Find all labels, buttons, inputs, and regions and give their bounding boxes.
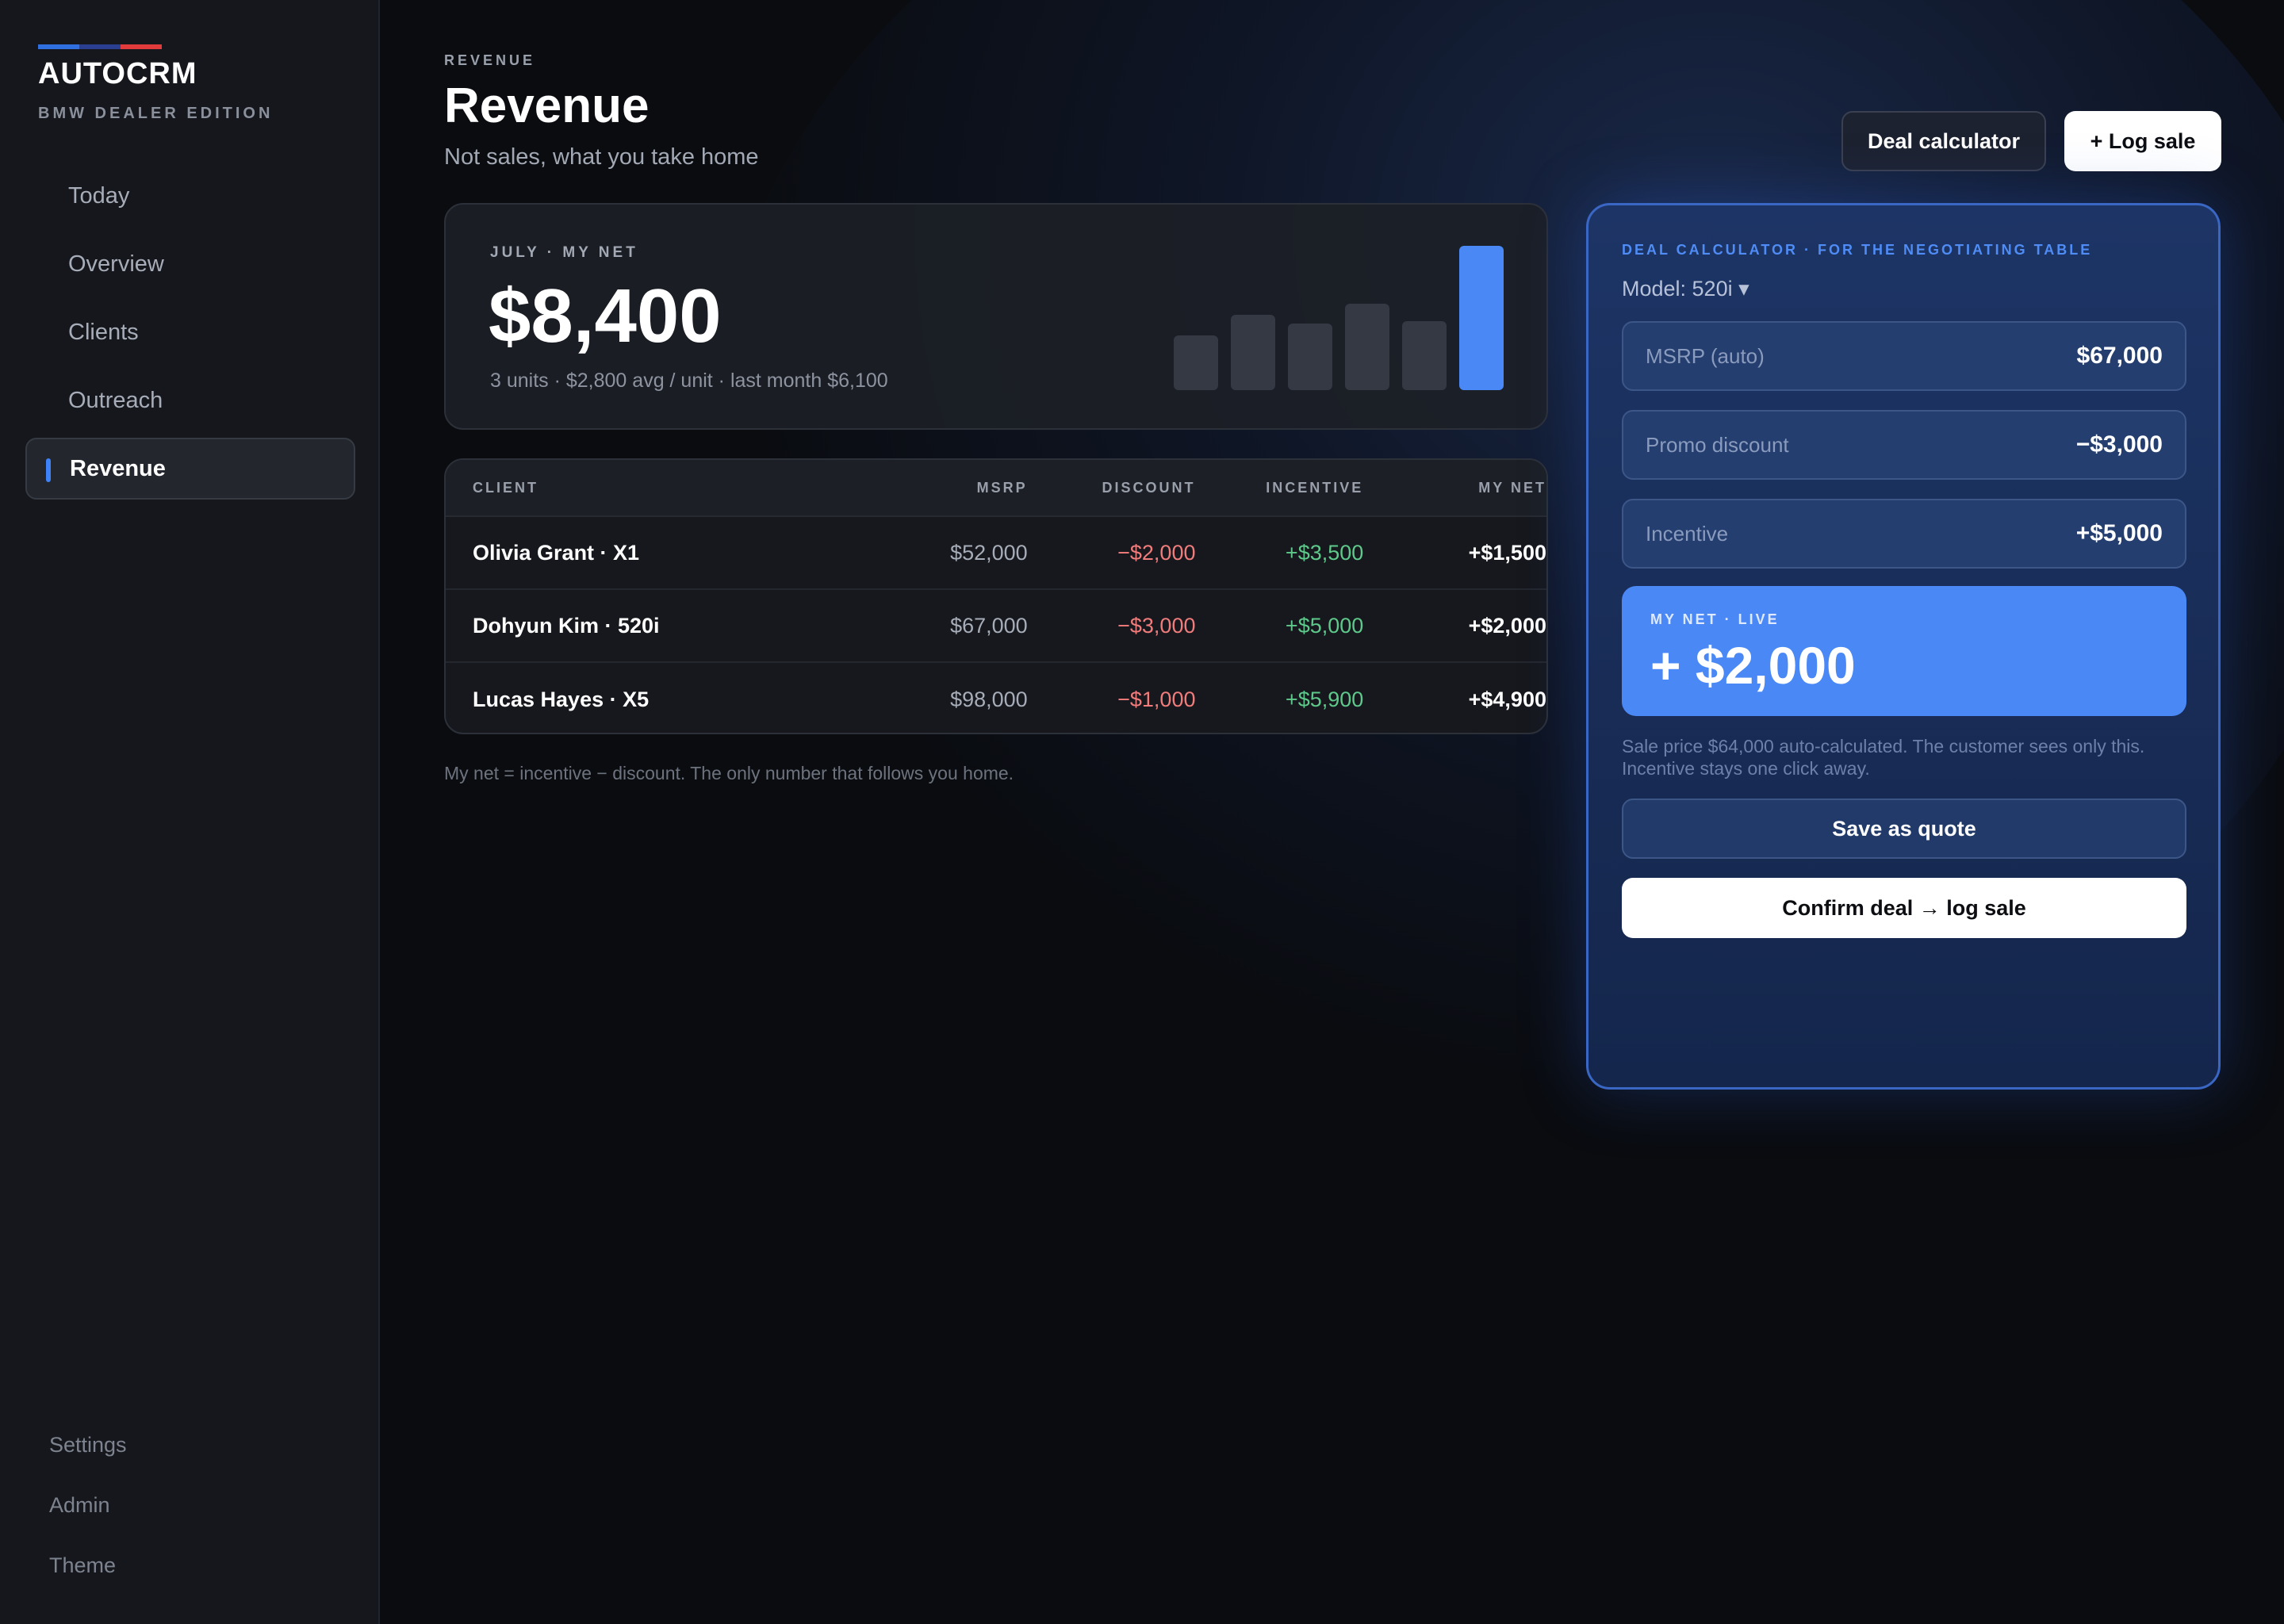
sidebar-item-label: Revenue [70, 455, 166, 481]
brand-stripe-red [121, 44, 162, 49]
live-net-label: MY NET · LIVE [1650, 611, 1780, 627]
deals-table: CLIENT MSRP DISCOUNT INCENTIVE MY NET Ol… [444, 458, 1548, 734]
sidebar-item-label: Outreach [68, 387, 163, 413]
cell-client: Dohyun Kim · 520i [473, 613, 660, 638]
brand-name: AUTOCRM [38, 57, 197, 90]
promo-discount-label: Promo discount [1646, 432, 1789, 457]
mini-chart-bar [1345, 304, 1389, 390]
brand-edition: BMW DEALER EDITION [38, 105, 274, 122]
cell-client: Lucas Hayes · X5 [473, 687, 650, 711]
sidebar-item-theme[interactable]: Theme [49, 1546, 127, 1607]
model-select[interactable]: Model: 520i ▾ [1622, 277, 1749, 301]
calculator-note: Sale price $64,000 auto-calculated. The … [1622, 736, 2145, 779]
sidebar-item-admin[interactable]: Admin [49, 1486, 127, 1546]
sidebar-item-label: Today [68, 182, 130, 209]
cell-msrp: $67,000 [950, 613, 1028, 638]
incentive-field-label: Incentive [1646, 521, 1729, 546]
header-discount: DISCOUNT [1102, 479, 1196, 496]
cell-discount: −$1,000 [1117, 687, 1196, 711]
summary-amount: $8,400 [489, 274, 722, 358]
table-row[interactable]: Dohyun Kim · 520i $67,000 −$3,000 +$5,00… [446, 590, 1546, 663]
page-eyebrow: REVENUE [444, 52, 536, 68]
sidebar-item-revenue[interactable]: Revenue [25, 438, 355, 500]
deal-calculator-panel: DEAL CALCULATOR · FOR THE NEGOTIATING TA… [1586, 203, 2221, 1090]
header-msrp: MSRP [976, 479, 1028, 496]
incentive-field-value: +$5,000 [2075, 520, 2163, 546]
brand-stripe [38, 44, 162, 49]
cell-my-net: +$4,900 [1468, 687, 1546, 711]
table-row[interactable]: Lucas Hayes · X5 $98,000 −$1,000 +$5,900… [446, 663, 1546, 733]
summary-meta: 3 units · $2,800 avg / unit · last month… [490, 370, 888, 392]
header-incentive: INCENTIVE [1266, 479, 1364, 496]
mini-chart-bar [1459, 246, 1504, 390]
brand-stripe-navy [79, 44, 121, 49]
promo-discount-field[interactable]: Promo discount −$3,000 [1622, 410, 2186, 480]
header-client: CLIENT [473, 479, 538, 496]
active-indicator [46, 458, 51, 482]
live-net-value: + $2,000 [1650, 636, 1856, 695]
mini-chart-bar [1288, 324, 1332, 390]
sidebar-bottom-nav: Settings Admin Theme [49, 1426, 127, 1607]
save-as-quote-button[interactable]: Save as quote [1622, 799, 2186, 859]
table-footnote: My net = incentive − discount. The only … [444, 763, 1014, 783]
cell-incentive: +$5,900 [1285, 687, 1364, 711]
live-net-display: MY NET · LIVE + $2,000 [1622, 586, 2186, 716]
mini-chart-bar [1231, 315, 1275, 390]
incentive-field[interactable]: Incentive +$5,000 [1622, 499, 2186, 569]
sidebar-item-overview[interactable]: Overview [25, 233, 355, 295]
cell-discount: −$3,000 [1117, 613, 1196, 638]
summary-label: JULY · MY NET [490, 244, 638, 261]
sidebar-item-settings[interactable]: Settings [49, 1426, 127, 1486]
deal-calculator-button[interactable]: Deal calculator [1841, 111, 2046, 171]
cell-incentive: +$3,500 [1285, 540, 1364, 565]
mini-chart-bar [1174, 335, 1218, 390]
msrp-field-label: MSRP (auto) [1646, 343, 1765, 368]
cell-discount: −$2,000 [1117, 540, 1196, 565]
brand-stripe-blue [38, 44, 79, 49]
confirm-deal-button[interactable]: Confirm deal → log sale [1622, 878, 2186, 938]
sidebar-item-today[interactable]: Today [25, 165, 355, 227]
sidebar-nav: Today Overview Clients Outreach Revenue [25, 165, 355, 506]
page-title: Revenue [444, 79, 650, 133]
sidebar-item-outreach[interactable]: Outreach [25, 370, 355, 431]
msrp-field[interactable]: MSRP (auto) $67,000 [1622, 321, 2186, 391]
calculator-eyebrow: DEAL CALCULATOR · FOR THE NEGOTIATING TA… [1622, 242, 2093, 258]
cell-client: Olivia Grant · X1 [473, 540, 640, 565]
net-summary-card: JULY · MY NET $8,400 3 units · $2,800 av… [444, 203, 1548, 430]
page-subtitle: Not sales, what you take home [444, 144, 759, 170]
sidebar-item-clients[interactable]: Clients [25, 301, 355, 363]
sidebar-item-label: Overview [68, 251, 164, 277]
cell-my-net: +$2,000 [1468, 613, 1546, 638]
log-sale-button[interactable]: + Log sale [2064, 111, 2221, 171]
sidebar: AUTOCRM BMW DEALER EDITION Today Overvie… [0, 0, 380, 1624]
cell-incentive: +$5,000 [1285, 613, 1364, 638]
table-header: CLIENT MSRP DISCOUNT INCENTIVE MY NET [446, 460, 1546, 517]
table-row[interactable]: Olivia Grant · X1 $52,000 −$2,000 +$3,50… [446, 517, 1546, 590]
monthly-net-mini-chart [1174, 246, 1504, 390]
mini-chart-bar [1402, 321, 1447, 390]
sidebar-item-label: Clients [68, 319, 139, 345]
cell-msrp: $98,000 [950, 687, 1028, 711]
msrp-field-value: $67,000 [2076, 343, 2163, 369]
promo-discount-value: −$3,000 [2075, 431, 2163, 458]
header-my-net: MY NET [1478, 479, 1546, 496]
cell-msrp: $52,000 [950, 540, 1028, 565]
cell-my-net: +$1,500 [1468, 540, 1546, 565]
